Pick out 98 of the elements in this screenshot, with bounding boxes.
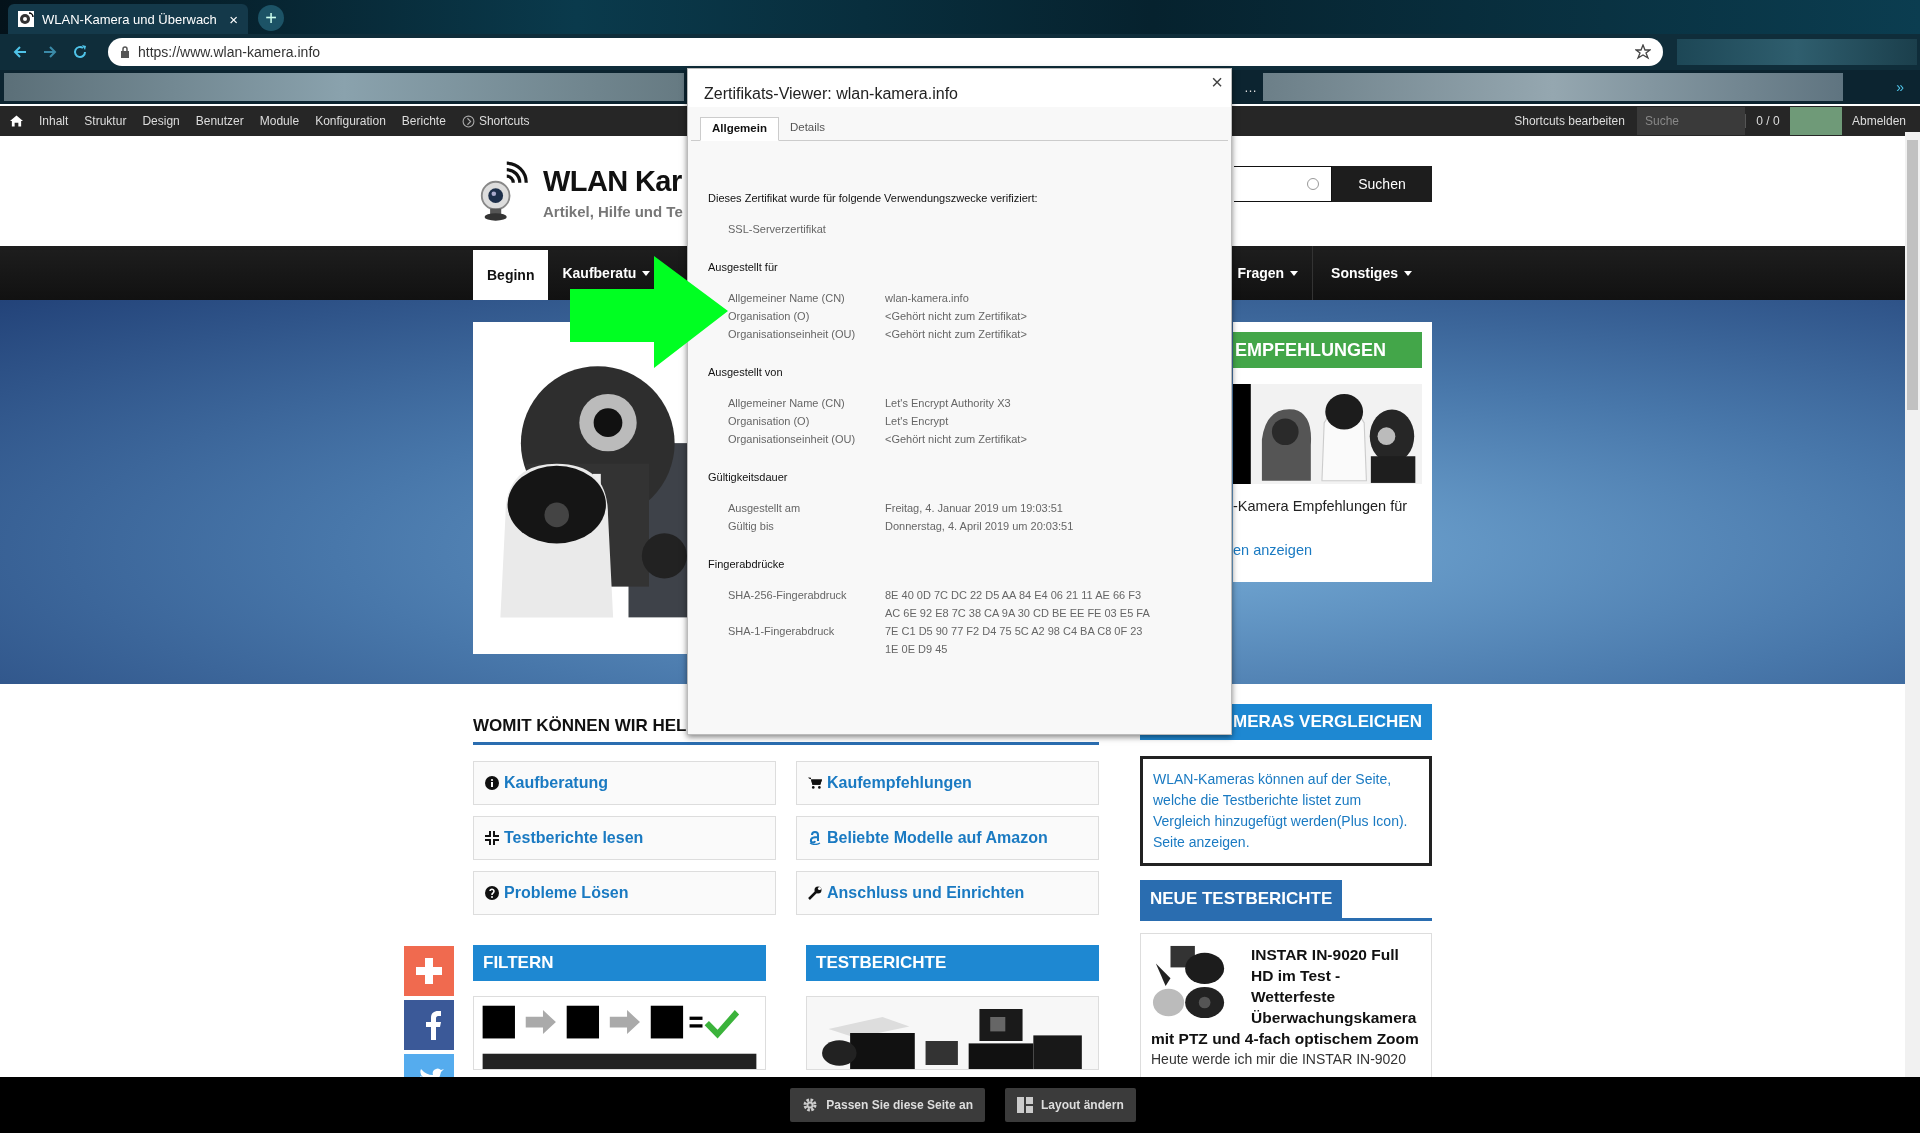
url-text: https://www.wlan-kamera.info [138,44,322,60]
facebook-icon[interactable] [404,1000,454,1050]
admin-menu-item[interactable]: Design [142,114,180,128]
shortcuts-link[interactable]: Shortcuts [461,114,530,128]
review-title[interactable]: INSTAR IN-9020 Full HD im Test - Wetterfeste Überwachungskamera mit PTZ und 4-fach optischem Zoom [1151,944,1421,1049]
wrench-icon [808,886,822,900]
admin-menu-item[interactable]: Inhalt [39,114,69,128]
recommendations-text: -Kamera Empfehlungen für [1233,498,1409,514]
field-label: Organisation (O) [728,309,811,324]
section-heading: Gültigkeitsdauer [708,470,789,485]
home-icon[interactable] [10,115,23,127]
field-label: Ausgestellt am [728,501,802,516]
review-excerpt: Heute werde ich mir die INSTAR IN-9020 [1151,1051,1407,1067]
site-title[interactable]: WLAN Kar [543,162,683,199]
section-heading: Ausgestellt von [708,365,784,380]
field-label: Organisationseinheit (OU) [728,327,857,342]
usage-heading: Dieses Zertifikat wurde für folgende Verwendungszwecke verifiziert: [708,191,1039,206]
tab-title: WLAN-Kamera und Überwach [42,11,218,27]
field-value: 7E C1 D5 90 77 F2 D4 75 5C A2 98 C4 BA C8 0F 23 1E 0E D9 45 [885,624,1144,657]
admin-menu-item[interactable]: Struktur [84,114,127,128]
toolbar-button[interactable]: Layout ändern [1005,1088,1136,1122]
field-value: <Gehört nicht zum Zertifikat> [885,432,1028,447]
layout-icon [1017,1097,1034,1113]
help-link[interactable]: Probleme Lösen [473,871,776,915]
compare-note[interactable]: WLAN-Kameras können auf der Seite, welche die Testberichte listet zum Vergleich hinzugefügt werden(Plus Icon). Seite anzeigen. [1153,769,1419,853]
star-icon[interactable] [1635,44,1651,60]
section-heading: EMPFEHLUNGEN [1233,332,1422,368]
dialog-title: Zertifikats-Viewer: wlan-kamera.info [704,85,958,103]
field-value: <Gehört nicht zum Zertifikat> [885,309,1028,324]
gear-icon [802,1097,819,1113]
admin-menu-item[interactable]: Konfiguration [315,114,386,128]
camera-icon [18,11,34,27]
field-value: Let's Encrypt [885,414,950,429]
help-link[interactable]: Anschluss und Einrichten [796,871,1099,915]
nav-item[interactable]: Kaufberatu [548,263,651,283]
field-label: SHA-256-Fingerabdruck [728,588,848,603]
search-button[interactable]: Suchen [1332,166,1432,202]
field-value: wlan-kamera.info [885,291,970,306]
field-label: Allgemeiner Name (CN) [728,291,846,306]
compress-icon [485,831,499,845]
reload-icon[interactable] [72,44,88,60]
field-label: Organisation (O) [728,414,811,429]
result-counter: 0 / 0 [1744,114,1790,128]
section-heading: Fingerabdrücke [708,557,786,572]
section-heading: Ausgestellt für [708,260,779,275]
caret-icon [642,270,651,276]
forward-icon[interactable] [42,44,58,60]
field-label: Organisationseinheit (OU) [728,432,857,447]
help-link[interactable]: Beliebte Modelle auf Amazon [796,816,1099,860]
edit-shortcuts-link[interactable]: Shortcuts bearbeiten [1514,114,1625,128]
cart-icon [808,776,822,790]
close-button[interactable]: × [1211,71,1223,94]
help-link[interactable]: Kaufempfehlungen [796,761,1099,805]
toolbar-button[interactable]: Passen Sie diese Seite an [790,1088,986,1122]
amazon-icon [808,831,822,845]
info-icon [485,776,499,790]
caret-icon [1404,270,1412,276]
nav-item[interactable]: Beginn [473,250,549,300]
field-value: Donnerstag, 4. April 2019 um 20:03:51 [885,519,1075,534]
scrollbar-thumb[interactable] [1907,140,1918,410]
plus-icon[interactable] [404,946,454,996]
browser-tab[interactable]: WLAN-Kamera und Überwach × [8,4,248,34]
close-tab-button[interactable]: × [229,10,238,28]
caret-icon [1290,270,1299,276]
field-label: SHA-1-Fingerabdruck [728,624,836,639]
back-icon[interactable] [12,44,28,60]
twitter-icon[interactable] [404,1054,454,1080]
field-value: 8E 40 0D 7C DC 22 D5 AA 84 E4 06 21 11 AE 66 F3 AC 6E 92 E8 7C 38 CA 9A 30 CD BE EE FE 03 E5 FA [885,588,1151,621]
blurred-area [1789,107,1842,135]
field-value: Let's Encrypt Authority X3 [885,396,1012,411]
field-label: Allgemeiner Name (CN) [728,396,846,411]
section-heading: NEUE TESTBERICHTE [1140,880,1343,918]
field-value: <Gehört nicht zum Zertifikat> [885,327,1028,342]
dialog-tab[interactable]: Allgemein [700,117,779,141]
help-link[interactable]: Kaufberatung [473,761,776,805]
show-link[interactable]: en anzeigen [1233,542,1432,558]
admin-menu-item[interactable]: Module [259,114,300,128]
logout-link[interactable]: Abmelden [1841,114,1920,128]
field-label: Gültig bis [728,519,775,534]
section-heading: FILTERN [473,945,766,981]
section-heading: TESTBERICHTE [806,945,1099,981]
bookmarks-overflow-button[interactable]: » [1896,79,1904,95]
admin-menu-item[interactable]: Benutzer [195,114,244,128]
site-tagline: Artikel, Hilfe und Te [543,202,683,220]
usage-item: SSL-Serverzertifikat [728,222,827,237]
nav-item[interactable]: Fragen [1233,263,1313,283]
lock-icon [120,46,130,58]
bookmark-ellipsis[interactable]: … [1244,79,1257,95]
dialog-tab[interactable]: Details [778,117,837,140]
webcam-logo-icon [479,160,529,222]
new-tab-button[interactable]: + [258,5,284,31]
search-field[interactable]: Suche [1636,107,1745,135]
help-link[interactable]: Testberichte lesen [473,816,776,860]
chevron-circle-icon [461,114,475,128]
admin-menu-item[interactable]: Berichte [401,114,446,128]
question-icon [485,886,499,900]
field-value: Freitag, 4. Januar 2019 um 19:03:51 [885,501,1064,516]
address-bar[interactable]: https://www.wlan-kamera.info [108,38,1663,66]
